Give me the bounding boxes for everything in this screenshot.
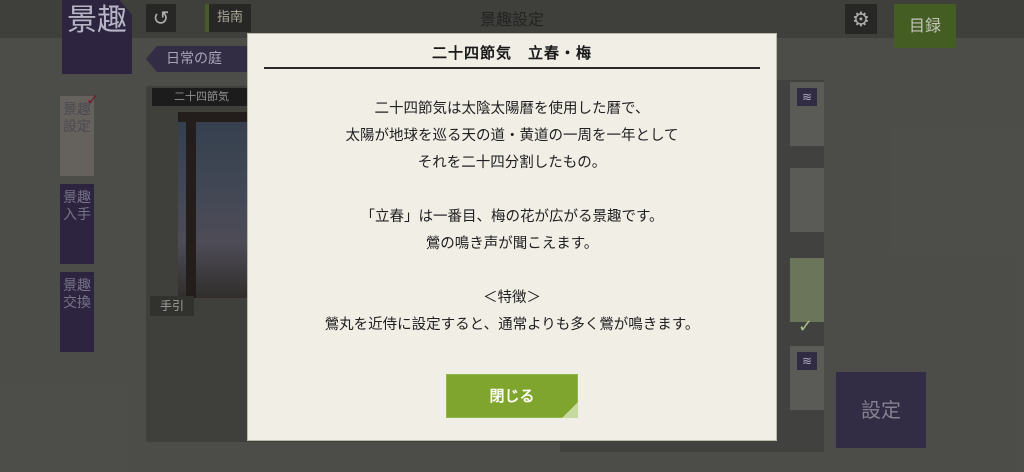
close-button[interactable]: 閉じる — [446, 374, 578, 418]
feature-heading: ＜特徴＞ — [483, 290, 541, 306]
body-line: 「立春」は一番目、梅の花が広がる景趣です。 — [360, 209, 664, 225]
body-line: 鶯の鳴き声が聞こえます。 — [425, 236, 599, 252]
dialog-title: 二十四節気 立春・梅 — [431, 44, 592, 62]
info-dialog: 二十四節気 立春・梅 二十四節気は太陰太陽暦を使用した暦で、 太陽が地球を巡る天… — [248, 34, 776, 440]
body-line: 太陽が地球を巡る天の道・黄道の一周を一年として — [345, 128, 679, 144]
feature-text: 鶯丸を近侍に設定すると、通常よりも多く鶯が鳴きます。 — [324, 317, 700, 333]
body-line: 二十四節気は太陰太陽暦を使用した暦で、 — [374, 101, 650, 117]
body-line: それを二十四分割したもの。 — [417, 155, 607, 171]
dialog-body: 二十四節気は太陰太陽暦を使用した暦で、 太陽が地球を巡る天の道・黄道の一周を一年… — [248, 96, 776, 339]
title-divider — [264, 67, 760, 69]
